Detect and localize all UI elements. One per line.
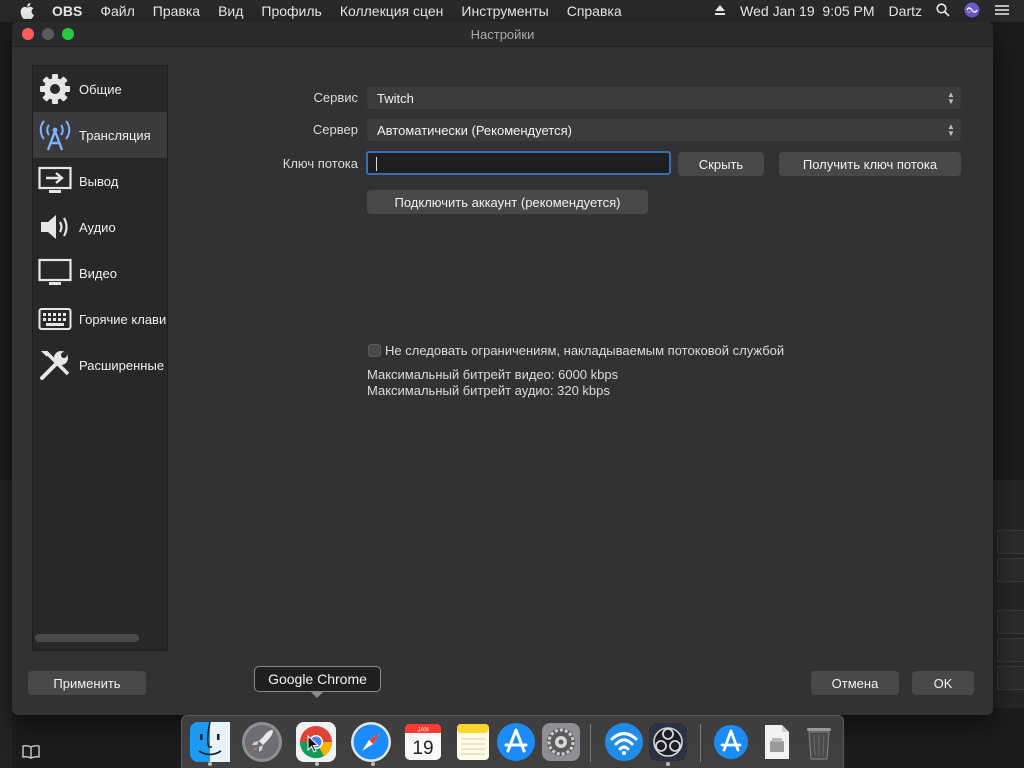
notes-icon[interactable] bbox=[452, 721, 494, 763]
dock-tooltip: Google Chrome bbox=[254, 666, 381, 698]
finder-icon[interactable] bbox=[189, 721, 231, 763]
calendar-month: JAN bbox=[417, 728, 428, 734]
server-select[interactable]: Автоматически (Рекомендуется) ▲ ▼ bbox=[367, 119, 961, 141]
tools-icon bbox=[37, 347, 73, 383]
menu-tools[interactable]: Инструменты bbox=[461, 3, 548, 19]
app-store-icon[interactable] bbox=[710, 721, 752, 763]
running-indicator bbox=[208, 762, 212, 766]
menu-user[interactable]: Dartz bbox=[889, 3, 922, 19]
running-indicator bbox=[315, 762, 319, 766]
apply-button[interactable]: Применить bbox=[28, 671, 146, 695]
sidebar-item-label: Горячие клави bbox=[79, 311, 167, 327]
spotlight-search-icon[interactable] bbox=[936, 2, 950, 20]
sidebar-item-advanced[interactable]: Расширенные bbox=[33, 342, 167, 388]
sidebar-item-label: Вывод bbox=[79, 173, 119, 189]
ignore-service-limits-label[interactable]: Не следовать ограничениям, накладываемым… bbox=[385, 343, 784, 358]
stream-key-input[interactable] bbox=[366, 151, 671, 175]
sidebar-item-stream[interactable]: Трансляция bbox=[33, 112, 167, 158]
menu-profile[interactable]: Профиль bbox=[261, 3, 321, 19]
menu-app-name[interactable]: OBS bbox=[52, 3, 82, 19]
sidebar-item-audio[interactable]: Аудио bbox=[33, 204, 167, 250]
sidebar-item-video[interactable]: Видео bbox=[33, 250, 167, 296]
broadcast-antenna-icon bbox=[37, 117, 73, 153]
window-title: Настройки bbox=[470, 27, 535, 42]
max-audio-bitrate-text: Максимальный битрейт аудио: 320 kbps bbox=[367, 383, 610, 398]
max-video-bitrate-text: Максимальный битрейт видео: 6000 kbps bbox=[367, 367, 619, 382]
title-bar: Настройки bbox=[12, 22, 993, 47]
menu-bar: OBS Файл Правка Вид Профиль Коллекция сц… bbox=[0, 0, 1024, 22]
eject-icon[interactable] bbox=[714, 3, 726, 19]
system-preferences-icon[interactable] bbox=[540, 721, 582, 763]
wifi-app-icon[interactable] bbox=[603, 721, 645, 763]
ok-button[interactable]: OK bbox=[912, 671, 974, 695]
background-list-cell bbox=[997, 666, 1024, 690]
sidebar-horizontal-scrollbar[interactable] bbox=[35, 634, 139, 642]
background-list-cell bbox=[997, 530, 1024, 554]
sidebar-item-label: Общие bbox=[79, 81, 122, 97]
siri-icon[interactable] bbox=[964, 2, 980, 21]
sidebar-item-label: Трансляция bbox=[79, 127, 151, 143]
safari-icon[interactable] bbox=[350, 721, 392, 763]
document-icon[interactable] bbox=[756, 721, 798, 763]
menu-help[interactable]: Справка bbox=[567, 3, 622, 19]
settings-dialog: Настройки Общие Трансляция Вывод Аудио В… bbox=[12, 22, 993, 715]
app-store-icon[interactable] bbox=[495, 721, 537, 763]
service-label: Сервис bbox=[313, 90, 358, 105]
book-icon[interactable] bbox=[22, 744, 40, 765]
dock-separator bbox=[590, 724, 591, 762]
speaker-icon bbox=[37, 209, 73, 245]
calendar-icon[interactable]: JAN 19 bbox=[402, 721, 444, 763]
menu-scene-collection[interactable]: Коллекция сцен bbox=[340, 3, 444, 19]
stream-key-label: Ключ потока bbox=[282, 156, 358, 171]
up-down-chevron-icon: ▲ ▼ bbox=[947, 122, 955, 138]
server-value: Автоматически (Рекомендуется) bbox=[377, 122, 572, 138]
calendar-day: 19 bbox=[412, 738, 433, 759]
sidebar-item-label: Расширенные bbox=[79, 357, 165, 373]
service-select[interactable]: Twitch ▲ ▼ bbox=[367, 87, 961, 109]
sidebar-item-output[interactable]: Вывод bbox=[33, 158, 167, 204]
menu-edit[interactable]: Правка bbox=[153, 3, 200, 19]
trash-icon[interactable] bbox=[798, 721, 840, 763]
background-panel-left bbox=[0, 480, 12, 768]
dock-separator bbox=[700, 724, 701, 762]
keyboard-icon bbox=[37, 301, 73, 337]
text-caret bbox=[376, 157, 377, 171]
sidebar-item-label: Аудио bbox=[79, 219, 116, 235]
menu-clock[interactable]: Wed Jan 19 9:05 PM bbox=[740, 3, 874, 19]
server-label: Сервер bbox=[312, 122, 358, 137]
mouse-cursor-icon bbox=[307, 734, 320, 758]
gear-icon bbox=[37, 71, 73, 107]
control-center-icon[interactable] bbox=[994, 3, 1010, 20]
cancel-button[interactable]: Отмена bbox=[811, 671, 899, 695]
get-stream-key-button[interactable]: Получить ключ потока bbox=[779, 152, 961, 176]
menu-file[interactable]: Файл bbox=[100, 3, 134, 19]
connect-account-button[interactable]: Подключить аккаунт (рекомендуется) bbox=[367, 190, 648, 214]
sidebar-item-label: Видео bbox=[79, 265, 117, 281]
background-list-cell bbox=[997, 610, 1024, 634]
dock: JAN 19 bbox=[181, 715, 844, 768]
apple-icon[interactable] bbox=[20, 2, 38, 20]
sidebar-item-general[interactable]: Общие bbox=[33, 66, 167, 112]
menu-view[interactable]: Вид bbox=[218, 3, 243, 19]
sidebar-item-hotkeys[interactable]: Горячие клави bbox=[33, 296, 167, 342]
background-list-cell bbox=[997, 638, 1024, 662]
running-indicator bbox=[371, 762, 375, 766]
output-monitor-icon bbox=[37, 163, 73, 199]
hide-key-button[interactable]: Скрыть bbox=[678, 152, 764, 176]
up-down-chevron-icon: ▲ ▼ bbox=[947, 90, 955, 106]
ignore-service-limits-checkbox[interactable] bbox=[368, 344, 381, 357]
settings-sidebar: Общие Трансляция Вывод Аудио Видео Горяч… bbox=[32, 65, 168, 651]
launchpad-icon[interactable] bbox=[241, 721, 283, 763]
monitor-icon bbox=[37, 255, 73, 291]
background-list-cell bbox=[997, 558, 1024, 582]
obs-icon[interactable] bbox=[647, 721, 689, 763]
running-indicator bbox=[666, 762, 670, 766]
service-value: Twitch bbox=[377, 90, 414, 106]
